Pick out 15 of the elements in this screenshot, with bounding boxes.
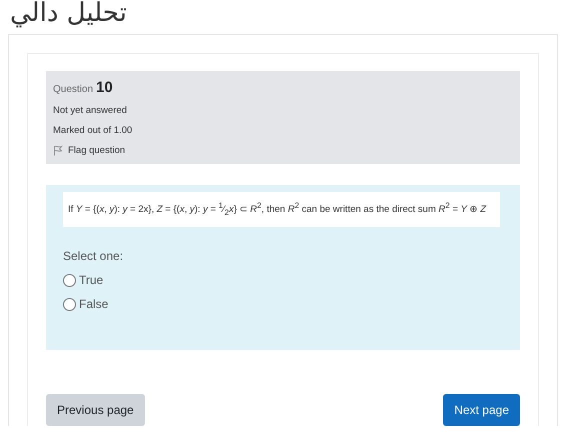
question-number: 10 [96,79,113,96]
radio-button[interactable] [63,274,76,287]
flag-question-link[interactable]: Flag question [53,145,512,156]
radio-button[interactable] [63,298,76,311]
marks-text: Marked out of 1.00 [53,125,134,136]
answer-option[interactable]: False [63,297,108,312]
question-label: Question [53,84,94,95]
answer-option[interactable]: True [63,273,104,288]
flag-icon [53,145,63,156]
select-prompt: Select one: [63,249,124,264]
previous-page-button[interactable]: Previous page [46,394,145,426]
status-text: Not yet answered [53,105,128,116]
question-text: If Y = {(x, y): y = 2x}, Z = {(x, y): y = $^{1}$⁄$_{2}$x} ⊂ R$^{2}$, then R$^{2}$ can be written as the direct sum R$^{2}$ = Y ⊕ Z [63,192,500,228]
page-title: تحليل دالي [9,0,128,26]
next-page-button[interactable]: Next page [443,394,520,426]
